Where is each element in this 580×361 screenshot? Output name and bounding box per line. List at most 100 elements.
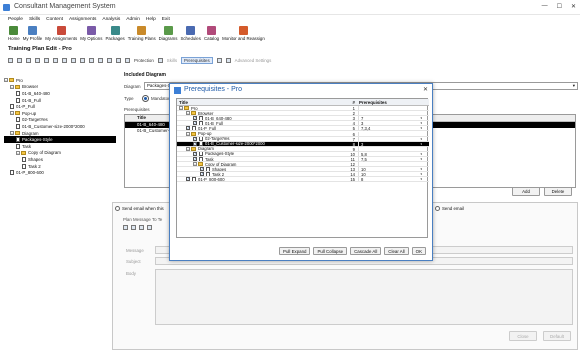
tree-item[interactable]: Task 2 <box>4 163 116 170</box>
undo-icon[interactable] <box>26 58 31 63</box>
menu-item-analysis[interactable]: Analysis <box>102 17 120 22</box>
grid-prerequisites-cell[interactable] <box>358 111 424 116</box>
cut-icon[interactable] <box>80 58 85 63</box>
checkbox-icon[interactable]: ✓ <box>200 172 204 177</box>
advanced-settings-button[interactable]: Advanced Settings <box>235 58 272 63</box>
tree-item[interactable]: − Copy of Diagram <box>4 150 116 157</box>
protection-button[interactable]: Protection <box>134 58 154 63</box>
prerequisites-column-header[interactable]: Prerequisites <box>357 99 429 106</box>
checkbox-icon[interactable]: ✓ <box>193 151 197 156</box>
tree-item[interactable]: 01-B_Customer-size-2000*2000 <box>4 123 116 130</box>
list-icon[interactable] <box>147 225 152 230</box>
toolbar-my-profile-button[interactable]: My Profile <box>23 24 42 46</box>
pull-expand-button[interactable]: Pull Expand <box>279 247 311 255</box>
menu-item-people[interactable]: People <box>8 17 23 22</box>
move-up-icon[interactable] <box>62 58 67 63</box>
grid-prerequisites-cell[interactable]: 3 ▾ <box>358 121 424 126</box>
toolbar-home-button[interactable]: Home <box>8 24 20 46</box>
grid-prerequisites-cell[interactable] <box>358 162 424 167</box>
expand-toggle-icon[interactable]: − <box>10 131 14 136</box>
number-column-header[interactable]: # <box>345 99 357 106</box>
checkbox-icon[interactable]: ✓ <box>193 141 197 146</box>
clear-all-button[interactable]: Clear All <box>384 247 409 255</box>
grid-prerequisites-cell[interactable]: 5,8 ▾ <box>358 151 424 157</box>
tree-item[interactable]: 01-B_Full <box>4 97 116 104</box>
skills-button[interactable]: Skills <box>167 58 177 63</box>
checkbox-icon[interactable]: ✓ <box>186 177 190 182</box>
copy-icon[interactable] <box>89 58 94 63</box>
grid-prerequisites-cell[interactable]: 7,5 ▾ <box>358 157 424 162</box>
expand-toggle-icon[interactable]: − <box>186 146 190 151</box>
toolbar-catalog-button[interactable]: Catalog <box>204 24 219 46</box>
new-icon[interactable] <box>8 58 13 63</box>
bold-icon[interactable] <box>131 225 136 230</box>
expand-toggle-icon[interactable]: − <box>179 106 183 111</box>
menu-item-admin[interactable]: Admin <box>126 17 140 22</box>
grid-prerequisites-cell[interactable]: 7,3,4 ▾ <box>358 126 424 131</box>
tree-item[interactable]: Task <box>4 143 116 150</box>
italic-icon[interactable] <box>139 225 144 230</box>
find-icon[interactable] <box>116 58 121 63</box>
checkbox-icon[interactable]: ✓ <box>193 121 197 126</box>
grid-prerequisites-cell[interactable] <box>358 146 424 151</box>
mandatory-radio[interactable] <box>142 95 149 102</box>
tree-item[interactable]: 01-P_800-600 <box>4 169 116 176</box>
toolbar-schedules-button[interactable]: Schedules <box>180 24 201 46</box>
title-column-header[interactable]: Title <box>177 99 345 106</box>
maximize-button[interactable]: ☐ <box>557 3 562 10</box>
close-window-button[interactable]: ✕ <box>571 3 576 10</box>
send-email-radio[interactable] <box>115 206 120 211</box>
expand-toggle-icon[interactable]: − <box>10 84 14 89</box>
tree-item[interactable]: − Pop-up <box>4 110 116 117</box>
tree-item[interactable]: 01-B_640-480 <box>4 90 116 97</box>
close-button[interactable]: Close <box>509 331 537 341</box>
paste-icon[interactable] <box>98 58 103 63</box>
menu-item-skills[interactable]: Skills <box>29 17 40 22</box>
grid-prerequisites-cell[interactable]: 8 ▾ <box>358 177 424 182</box>
expand-toggle-icon[interactable]: − <box>186 131 190 136</box>
dialog-close-button[interactable]: ✕ <box>423 86 428 93</box>
expand-toggle-icon[interactable]: − <box>193 162 197 167</box>
cascade-all-button[interactable]: Cascade All <box>350 247 382 255</box>
move-down-icon[interactable] <box>71 58 76 63</box>
prerequisites-button[interactable]: Prerequisites <box>181 57 213 64</box>
grid-prerequisites-cell[interactable] <box>358 131 424 136</box>
menu-item-exit[interactable]: Exit <box>162 17 170 22</box>
indent-icon[interactable] <box>44 58 49 63</box>
toolbar-my-options-button[interactable]: My Options <box>80 24 102 46</box>
chevron-down-icon[interactable]: ▾ <box>420 177 422 182</box>
delete-icon[interactable] <box>107 58 112 63</box>
pull-collapse-button[interactable]: Pull Collapse <box>313 247 348 255</box>
tree-item[interactable]: Packages-Style <box>4 136 116 143</box>
body-field[interactable] <box>155 269 573 325</box>
menu-item-assignments[interactable]: Assignments <box>69 17 96 22</box>
tree-item[interactable]: 01-P_Full <box>4 103 116 110</box>
expand-toggle-icon[interactable]: − <box>4 78 8 83</box>
toolbar-training-plans-button[interactable]: Training Plans <box>128 24 156 46</box>
expand-toggle-icon[interactable]: − <box>186 111 190 116</box>
toolbar-diagrams-button[interactable]: Diagrams <box>159 24 177 46</box>
format-icon[interactable] <box>123 225 128 230</box>
checkbox-icon[interactable]: ✓ <box>186 126 190 131</box>
grid-prerequisites-cell[interactable]: 3 ▾ <box>358 141 424 147</box>
toolbar-monitor-and-reassign-button[interactable]: Monitor and Reassign <box>222 24 265 46</box>
add-button[interactable]: Add <box>512 187 540 196</box>
menu-item-content[interactable]: Content <box>46 17 63 22</box>
redo-icon[interactable] <box>35 58 40 63</box>
grid-prerequisites-cell[interactable]: 10 ▾ <box>358 167 424 172</box>
grid-prerequisites-cell[interactable] <box>358 106 424 111</box>
checkbox-icon[interactable]: ✓ <box>193 157 197 162</box>
grid-prerequisites-cell[interactable]: 7 ▾ <box>358 116 424 121</box>
grid-prerequisites-cell[interactable]: ▾ <box>358 136 424 141</box>
tree-item[interactable]: 02-TargetYes <box>4 117 116 124</box>
expand-toggle-icon[interactable]: − <box>16 150 20 155</box>
grid-prerequisites-cell[interactable]: 10 ▾ <box>358 172 424 177</box>
checkbox-icon[interactable]: ✓ <box>193 116 197 121</box>
outdent-icon[interactable] <box>53 58 58 63</box>
toolbar-my-assignments-button[interactable]: My Assignments <box>45 24 77 46</box>
checkbox-icon[interactable]: ✓ <box>200 167 204 172</box>
ok-button[interactable]: OK <box>411 247 426 255</box>
minimize-button[interactable]: — <box>542 3 548 10</box>
delete-button[interactable]: Delete <box>544 187 572 196</box>
menu-item-help[interactable]: Help <box>146 17 156 22</box>
